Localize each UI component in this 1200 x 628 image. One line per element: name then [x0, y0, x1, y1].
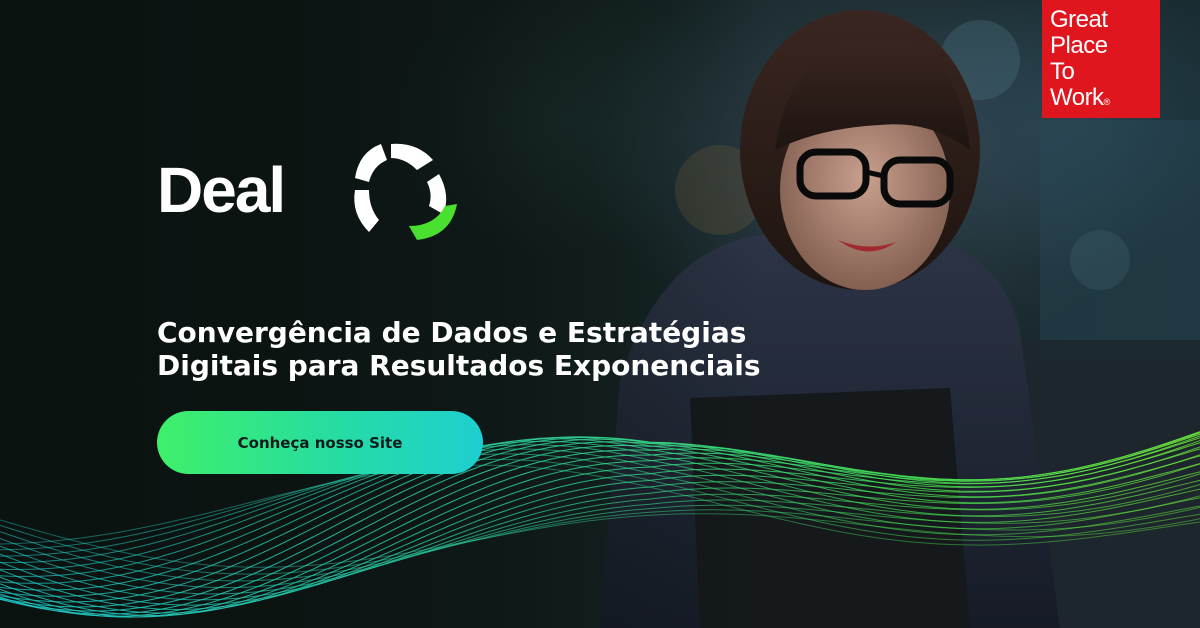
- badge-line-1: Great: [1050, 6, 1108, 33]
- deal-logo: Deal: [157, 140, 467, 240]
- visit-site-button[interactable]: Conheça nosso Site: [157, 411, 483, 474]
- badge-line-2: Place: [1050, 32, 1108, 59]
- headline-line-2: Digitais para Resultados Exponenciais: [157, 349, 761, 382]
- aperture-icon: [354, 143, 457, 240]
- wave-line: [0, 463, 1200, 601]
- logo-wordmark: Deal: [157, 154, 286, 226]
- great-place-to-work-badge: Great Place To Work®: [1042, 0, 1160, 118]
- ad-banner: Deal Convergência de Dados e Estratégias…: [0, 0, 1200, 628]
- badge-line-4: Work: [1050, 84, 1104, 111]
- wave-lines-decoration: [0, 431, 1200, 618]
- registered-mark: ®: [1103, 97, 1111, 107]
- badge-line-3: To: [1050, 58, 1075, 85]
- headline: Convergência de Dados e Estratégias Digi…: [157, 316, 857, 382]
- badge-line-4-wrap: Work®: [1050, 85, 1160, 115]
- wave-line: [0, 506, 1200, 575]
- headline-line-1: Convergência de Dados e Estratégias: [157, 316, 747, 349]
